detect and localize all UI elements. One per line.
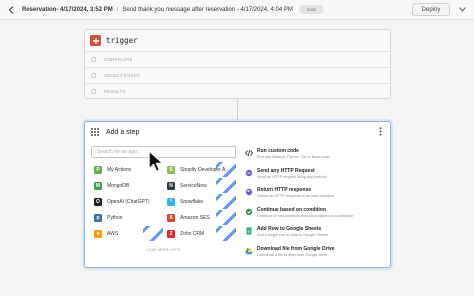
- step-connector-line: [237, 99, 238, 121]
- step-status-icon: [91, 89, 96, 94]
- google-drive-icon: [245, 247, 253, 255]
- trigger-row-label: CONFIGURE: [104, 57, 133, 62]
- action-text: Add Row to Google Sheets Add a single row…: [257, 226, 328, 237]
- app-tile[interactable]: Z Zoho CRM: [164, 226, 236, 241]
- app-tile-label: Python: [107, 214, 123, 221]
- chevron-left-icon[interactable]: [4, 4, 18, 16]
- app-tile-label: OpenAI (ChatGPT): [107, 198, 150, 205]
- zoho-crm-icon: Z: [167, 229, 175, 238]
- app-badge-stripe: [216, 162, 236, 177]
- action-text: Continue based on condition Continue or e…: [257, 207, 353, 218]
- trigger-row-label: RESULTS: [104, 89, 126, 94]
- action-description: Return an HTTP response from your workfl…: [257, 194, 335, 199]
- app-tile[interactable]: p Python: [91, 210, 163, 225]
- action-description: Run any Node.js, Python, Go or Bash code: [257, 155, 330, 159]
- action-item[interactable]: Run custom code Run any Node.js, Python, …: [245, 148, 385, 168]
- app-tile-label: ServiceNow: [180, 182, 207, 189]
- breadcrumb-workflow[interactable]: Send thank you message after reservation…: [122, 7, 292, 13]
- deploy-button[interactable]: Deploy: [412, 3, 450, 16]
- http-icon: [245, 169, 253, 177]
- action-item[interactable]: Return HTTP response Return an HTTP respo…: [245, 187, 385, 207]
- builtin-actions-list: Run custom code Run any Node.js, Python, …: [245, 148, 385, 266]
- breadcrumb-project[interactable]: Reservation- 4/17/2024, 3:52 PM: [22, 7, 113, 13]
- load-more-apps-link[interactable]: LOAD MORE APPS: [91, 248, 236, 252]
- trigger-row-label: SELECT EVENT: [104, 73, 141, 78]
- servicenow-icon: N: [167, 181, 175, 190]
- trigger-header[interactable]: trigger: [85, 30, 390, 51]
- app-tile-label: MongoDB: [107, 182, 130, 189]
- action-description: Send an HTTP request using any method: [257, 174, 327, 179]
- action-item[interactable]: Continue based on condition Continue or e…: [245, 207, 385, 227]
- step-status-icon: [91, 73, 96, 78]
- trigger-row-results[interactable]: RESULTS: [85, 83, 390, 99]
- app-tile-label: AWS: [107, 230, 119, 237]
- trigger-row-select-event[interactable]: SELECT EVENT: [85, 67, 390, 83]
- app-badge-stripe: [216, 210, 236, 225]
- action-title: Run custom code: [257, 148, 299, 154]
- app-badge-stripe: [143, 226, 163, 241]
- app-tile[interactable]: a AWS: [91, 226, 163, 241]
- apps-grid-icon: [91, 128, 99, 136]
- action-item[interactable]: Add Row to Google Sheets Add a single row…: [245, 226, 385, 246]
- snowflake-icon: *: [167, 197, 175, 206]
- condition-icon: [245, 208, 253, 216]
- app-tile[interactable]: O OpenAI (ChatGPT): [91, 194, 163, 209]
- app-tile[interactable]: S Shopify Developer A...: [164, 162, 236, 177]
- trigger-icon: [90, 35, 101, 46]
- add-step-header: Add a step: [85, 122, 390, 142]
- status-badge: draft: [298, 5, 324, 14]
- app-tile-label: Amazon SES: [180, 214, 210, 221]
- add-step-panel: Add a step P My Actions SShopify Developer…: [84, 121, 391, 268]
- python-icon: p: [94, 213, 102, 222]
- step-status-icon: [91, 57, 96, 62]
- aws-icon: a: [94, 229, 102, 238]
- action-item[interactable]: Send any HTTP Request Send an HTTP reques…: [245, 168, 385, 188]
- breadcrumb-separator: /: [116, 6, 119, 13]
- action-title: Download file from Google Drive: [257, 245, 335, 252]
- action-description: Add a single row of data to Google Sheet…: [257, 233, 329, 238]
- action-item[interactable]: Download file from Google Drive Download …: [245, 246, 385, 266]
- top-bar: Reservation- 4/17/2024, 3:52 PM / Send t…: [0, 0, 474, 20]
- mouse-cursor-icon: [148, 150, 164, 173]
- action-description: Continue or end workflow execution based…: [257, 213, 354, 218]
- trigger-row-configure[interactable]: CONFIGURE: [85, 51, 390, 67]
- action-title: Add Row to Google Sheets: [257, 226, 322, 233]
- app-tile[interactable]: M MongoDB: [91, 178, 163, 193]
- app-tile-label: My Actions: [107, 166, 132, 173]
- action-text: Run custom code Run any Node.js, Python, …: [257, 148, 330, 159]
- app-badge-stripe: [216, 226, 236, 241]
- http-response-icon: [245, 188, 253, 196]
- amazon-ses-icon: A: [167, 213, 175, 222]
- app-badge-stripe: [216, 194, 236, 209]
- my-actions-icon: P: [94, 165, 102, 174]
- app-tile[interactable]: N ServiceNow: [164, 178, 236, 193]
- google-sheets-icon: [245, 227, 253, 235]
- code-icon: [245, 149, 253, 157]
- trigger-title: trigger: [106, 36, 138, 45]
- app-tile[interactable]: A Amazon SES: [164, 210, 236, 225]
- shopify-icon: S: [167, 165, 175, 174]
- app-tile[interactable]: * Snowflake: [164, 194, 236, 209]
- action-text: Send any HTTP Request Send an HTTP reques…: [257, 168, 327, 179]
- action-text: Return HTTP response Return an HTTP respo…: [257, 187, 334, 198]
- trigger-card[interactable]: trigger CONFIGURE SELECT EVENT RESULTS: [84, 29, 391, 99]
- action-title: Return HTTP response: [257, 187, 312, 194]
- chevron-down-icon[interactable]: [456, 3, 468, 16]
- app-tile-label: Snowflake: [180, 198, 204, 205]
- app-tile-label: Zoho CRM: [180, 230, 205, 237]
- mongodb-icon: M: [94, 181, 102, 190]
- action-title: Continue based on condition: [257, 206, 326, 213]
- add-step-title: Add a step: [106, 128, 140, 136]
- action-title: Send any HTTP Request: [257, 167, 315, 174]
- openai-icon: O: [94, 197, 102, 206]
- more-vertical-icon[interactable]: [379, 127, 382, 138]
- action-description: Download a file to /tmp from Google Driv…: [257, 252, 328, 257]
- action-text: Download file from Google Drive Download …: [257, 246, 335, 257]
- app-badge-stripe: [216, 178, 236, 193]
